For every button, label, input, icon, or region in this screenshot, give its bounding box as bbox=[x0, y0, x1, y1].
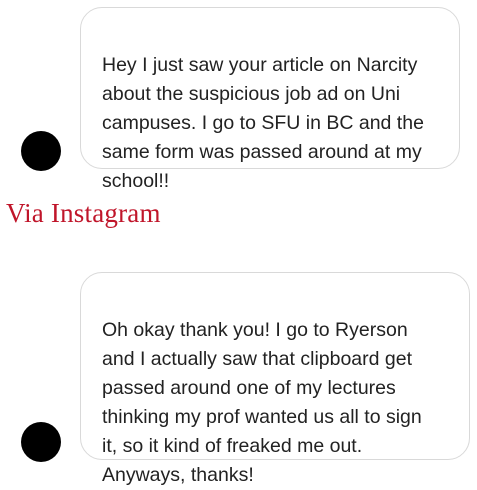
source-caption: Via Instagram bbox=[6, 198, 161, 228]
sender-avatar[interactable] bbox=[21, 422, 61, 462]
message-bubble: Hey I just saw your article on Narcity a… bbox=[80, 7, 460, 192]
sender-avatar[interactable] bbox=[21, 131, 61, 171]
message-text: Oh okay thank you! I go to Ryerson and I… bbox=[102, 319, 422, 486]
message-bubble: Oh okay thank you! I go to Ryerson and I… bbox=[80, 272, 470, 486]
message-text: Hey I just saw your article on Narcity a… bbox=[102, 54, 424, 192]
